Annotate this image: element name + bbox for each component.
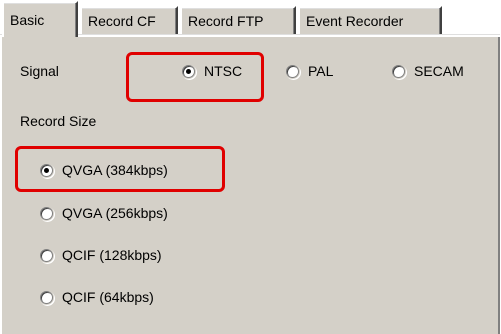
tab-basic-label: Basic bbox=[10, 12, 45, 28]
record-size-label: Record Size bbox=[20, 113, 97, 129]
tab-record-cf[interactable]: Record CF bbox=[80, 6, 178, 34]
signal-ntsc-label: NTSC bbox=[204, 63, 243, 79]
record-size-qvga-384-label: QVGA (384kbps) bbox=[62, 162, 168, 178]
radio-unselected-icon bbox=[286, 64, 299, 78]
record-size-qcif-64-label: QCIF (64kbps) bbox=[62, 289, 154, 305]
signal-pal-label: PAL bbox=[308, 63, 334, 79]
signal-ntsc-radio[interactable]: NTSC bbox=[182, 63, 242, 79]
signal-label: Signal bbox=[20, 63, 59, 79]
radio-selected-icon bbox=[182, 64, 195, 78]
radio-unselected-icon bbox=[40, 248, 53, 262]
tab-basic[interactable]: Basic bbox=[2, 1, 78, 37]
recorder-settings-dialog: Basic Record CF Record FTP Event Recorde… bbox=[0, 0, 501, 334]
record-size-qvga-384-radio[interactable]: QVGA (384kbps) bbox=[40, 162, 168, 178]
radio-unselected-icon bbox=[40, 206, 53, 220]
record-size-qvga-256-radio[interactable]: QVGA (256kbps) bbox=[40, 205, 168, 221]
radio-unselected-icon bbox=[392, 64, 405, 78]
record-size-qcif-128-label: QCIF (128kbps) bbox=[62, 247, 162, 263]
record-size-qvga-256-label: QVGA (256kbps) bbox=[62, 205, 168, 221]
tab-record-ftp-label: Record FTP bbox=[188, 13, 264, 29]
tab-event-recorder[interactable]: Event Recorder bbox=[298, 6, 442, 34]
tab-record-ftp[interactable]: Record FTP bbox=[180, 6, 296, 34]
signal-secam-label: SECAM bbox=[414, 63, 464, 79]
radio-selected-icon bbox=[40, 163, 53, 177]
record-size-qcif-128-radio[interactable]: QCIF (128kbps) bbox=[40, 247, 162, 263]
radio-unselected-icon bbox=[40, 290, 53, 304]
signal-secam-radio[interactable]: SECAM bbox=[392, 63, 464, 79]
tab-record-cf-label: Record CF bbox=[88, 13, 156, 29]
signal-pal-radio[interactable]: PAL bbox=[286, 63, 333, 79]
basic-settings-panel: Signal NTSC PAL SECAM Record Size QVGA (… bbox=[0, 36, 500, 334]
record-size-qcif-64-radio[interactable]: QCIF (64kbps) bbox=[40, 289, 154, 305]
tab-event-recorder-label: Event Recorder bbox=[306, 13, 404, 29]
